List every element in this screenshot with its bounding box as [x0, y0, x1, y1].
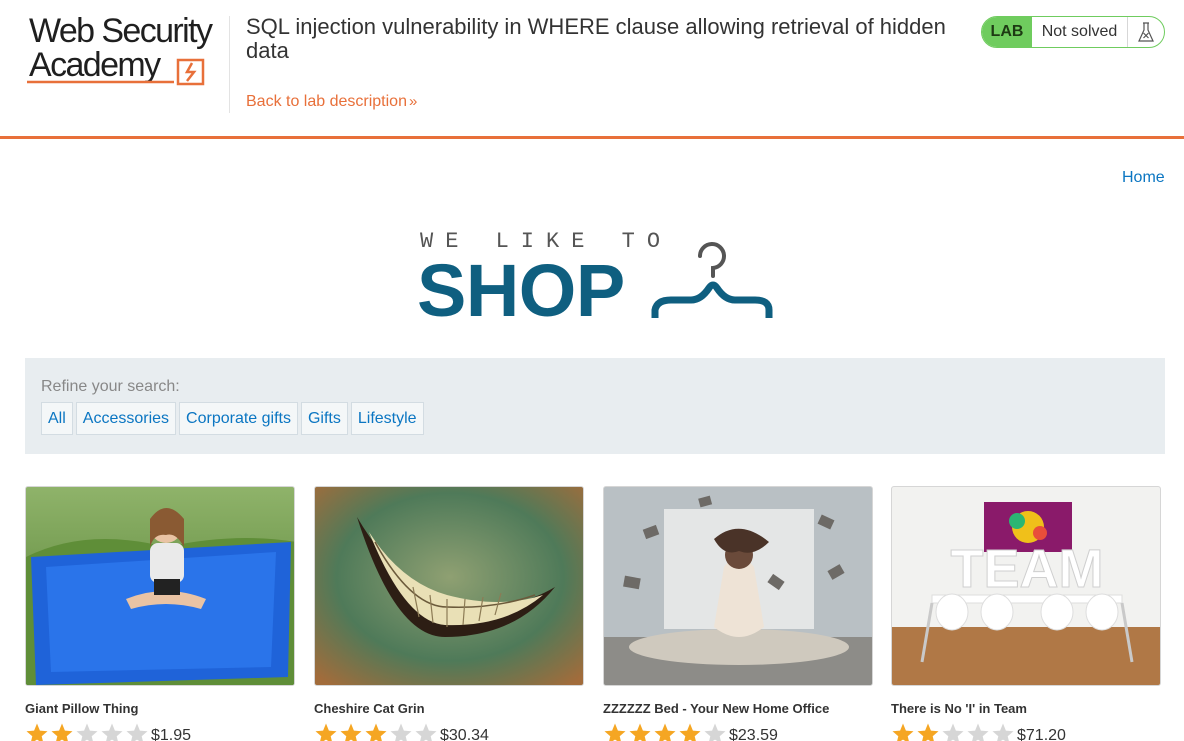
- star-filled-icon: [365, 723, 387, 741]
- lab-title: SQL injection vulnerability in WHERE cla…: [246, 14, 946, 63]
- product-price: $71.20: [1017, 727, 1066, 741]
- star-filled-icon: [892, 723, 914, 741]
- star-empty-icon: [126, 723, 148, 741]
- logo-underline-icon: [27, 58, 205, 86]
- product-price: $23.59: [729, 727, 778, 741]
- product-price: $30.34: [440, 727, 489, 741]
- filter-category-all[interactable]: All: [41, 402, 73, 435]
- star-filled-icon: [26, 723, 48, 741]
- star-empty-icon: [101, 723, 123, 741]
- star-empty-icon: [76, 723, 98, 741]
- back-to-lab-description-link[interactable]: Back to lab description»: [246, 93, 417, 111]
- product-name: There is No 'I' in Team: [891, 701, 1027, 716]
- star-empty-icon: [390, 723, 412, 741]
- star-empty-icon: [704, 723, 726, 741]
- product-name: Giant Pillow Thing: [25, 701, 139, 716]
- lab-status-widget[interactable]: LAB Not solved: [981, 16, 1165, 48]
- star-empty-icon: [415, 723, 437, 741]
- star-filled-icon: [604, 723, 626, 741]
- filter-panel: Refine your search: All Accessories Corp…: [25, 358, 1165, 454]
- product-image-zzzzzz-bed[interactable]: [603, 486, 873, 686]
- team-image-text: TEAM: [951, 539, 1104, 599]
- star-empty-icon: [992, 723, 1014, 741]
- product-card[interactable]: TEAM There is No 'I' in Team $71.20: [891, 486, 1161, 741]
- header-divider: [229, 16, 230, 113]
- filter-category-accessories[interactable]: Accessories: [75, 402, 177, 435]
- product-price: $1.95: [151, 727, 192, 741]
- lab-badge: LAB: [982, 17, 1032, 47]
- star-empty-icon: [942, 723, 964, 741]
- product-image-cheshire-cat-grin[interactable]: [314, 486, 584, 686]
- product-card[interactable]: Giant Pillow Thing $1.95: [25, 486, 295, 741]
- star-filled-icon: [679, 723, 701, 741]
- star-filled-icon: [315, 723, 337, 741]
- star-filled-icon: [340, 723, 362, 741]
- product-card[interactable]: Cheshire Cat Grin $30.34: [314, 486, 584, 741]
- logo-text-line1: Web Security: [29, 12, 213, 50]
- product-image-no-i-in-team[interactable]: TEAM: [891, 486, 1161, 686]
- filter-label: Refine your search:: [41, 378, 180, 395]
- product-image-giant-pillow[interactable]: [25, 486, 295, 686]
- star-filled-icon: [917, 723, 939, 741]
- product-card[interactable]: ZZZZZZ Bed - Your New Home Office $23.59: [603, 486, 873, 741]
- back-link-label: Back to lab description: [246, 93, 407, 110]
- star-filled-icon: [51, 723, 73, 741]
- product-rating: [603, 722, 727, 741]
- product-rating: [25, 722, 149, 741]
- hanger-icon: [651, 242, 773, 318]
- filter-category-lifestyle[interactable]: Lifestyle: [350, 402, 424, 435]
- star-empty-icon: [967, 723, 989, 741]
- web-security-academy-logo[interactable]: Web Security Academy: [27, 14, 227, 88]
- flask-icon[interactable]: [1128, 17, 1164, 47]
- product-rating: [314, 722, 438, 741]
- academy-header: Web Security Academy SQL injection vulne…: [0, 0, 1184, 139]
- we-like-to-shop-logo: WE LIKE TO SHOP: [417, 226, 777, 332]
- double-chevron-right-icon: »: [408, 93, 418, 110]
- filter-category-corporate-gifts[interactable]: Corporate gifts: [179, 402, 298, 435]
- product-rating: [891, 722, 1015, 741]
- star-filled-icon: [654, 723, 676, 741]
- category-filter-list: All Accessories Corporate gifts Gifts Li…: [41, 402, 424, 435]
- home-link[interactable]: Home: [1122, 169, 1165, 187]
- lab-status-text: Not solved: [1032, 17, 1128, 47]
- star-filled-icon: [629, 723, 651, 741]
- product-name: Cheshire Cat Grin: [314, 701, 425, 716]
- shop-logo-word: SHOP: [417, 249, 625, 332]
- product-name: ZZZZZZ Bed - Your New Home Office: [603, 701, 830, 716]
- filter-category-gifts[interactable]: Gifts: [300, 402, 348, 435]
